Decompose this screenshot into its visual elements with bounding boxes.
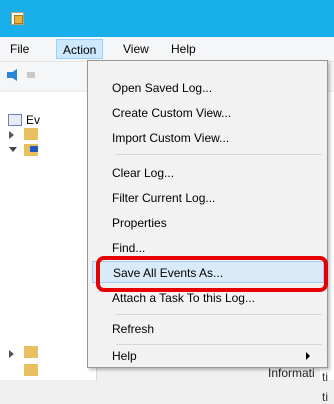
menu-find[interactable]: Find... bbox=[92, 237, 324, 259]
menu-refresh[interactable]: Refresh bbox=[92, 318, 324, 340]
list-item-fragment: ti bbox=[322, 390, 328, 404]
menu-create-custom-view[interactable]: Create Custom View... bbox=[92, 102, 324, 124]
menu-import-custom-view[interactable]: Import Custom View... bbox=[92, 127, 324, 149]
menu-help-submenu[interactable]: Help bbox=[92, 345, 324, 367]
menu-bar: File Action View Help bbox=[0, 37, 334, 62]
menu-help[interactable]: Help bbox=[165, 39, 202, 59]
menu-attach-task[interactable]: Attach a Task To this Log... bbox=[92, 287, 324, 309]
navigation-tree: Ev bbox=[0, 92, 97, 380]
event-viewer-app-icon bbox=[11, 12, 24, 25]
event-viewer-node-icon[interactable] bbox=[8, 114, 22, 126]
menu-action[interactable]: Action bbox=[56, 39, 104, 59]
expand-arrow-icon[interactable] bbox=[9, 350, 14, 358]
collapse-arrow-icon[interactable] bbox=[9, 147, 17, 152]
folder-icon[interactable] bbox=[24, 346, 38, 358]
expand-arrow-icon[interactable] bbox=[9, 131, 14, 139]
menu-clear-log[interactable]: Clear Log... bbox=[92, 162, 324, 184]
forward-icon[interactable] bbox=[27, 72, 35, 78]
menu-separator bbox=[116, 314, 322, 315]
menu-help-label: Help bbox=[112, 349, 137, 363]
menu-view[interactable]: View bbox=[117, 39, 155, 59]
log-icon bbox=[30, 146, 38, 152]
menu-separator bbox=[116, 154, 322, 155]
submenu-arrow-icon bbox=[306, 352, 310, 360]
menu-save-all-events-as[interactable]: Save All Events As... bbox=[92, 261, 324, 283]
status-fragment: Informati bbox=[268, 366, 315, 380]
tree-node-label[interactable]: Ev bbox=[26, 113, 40, 127]
action-menu-dropdown: Open Saved Log... Create Custom View... … bbox=[87, 60, 328, 368]
menu-properties[interactable]: Properties bbox=[92, 212, 324, 234]
menu-open-saved-log[interactable]: Open Saved Log... bbox=[92, 77, 324, 99]
menu-filter-current-log[interactable]: Filter Current Log... bbox=[92, 187, 324, 209]
back-arrow-icon[interactable] bbox=[7, 69, 17, 81]
folder-icon[interactable] bbox=[24, 128, 38, 140]
window-title-bar bbox=[0, 0, 334, 37]
list-item-fragment: ti bbox=[322, 370, 328, 384]
menu-file[interactable]: File bbox=[4, 39, 35, 59]
subscriptions-icon[interactable] bbox=[24, 364, 38, 376]
